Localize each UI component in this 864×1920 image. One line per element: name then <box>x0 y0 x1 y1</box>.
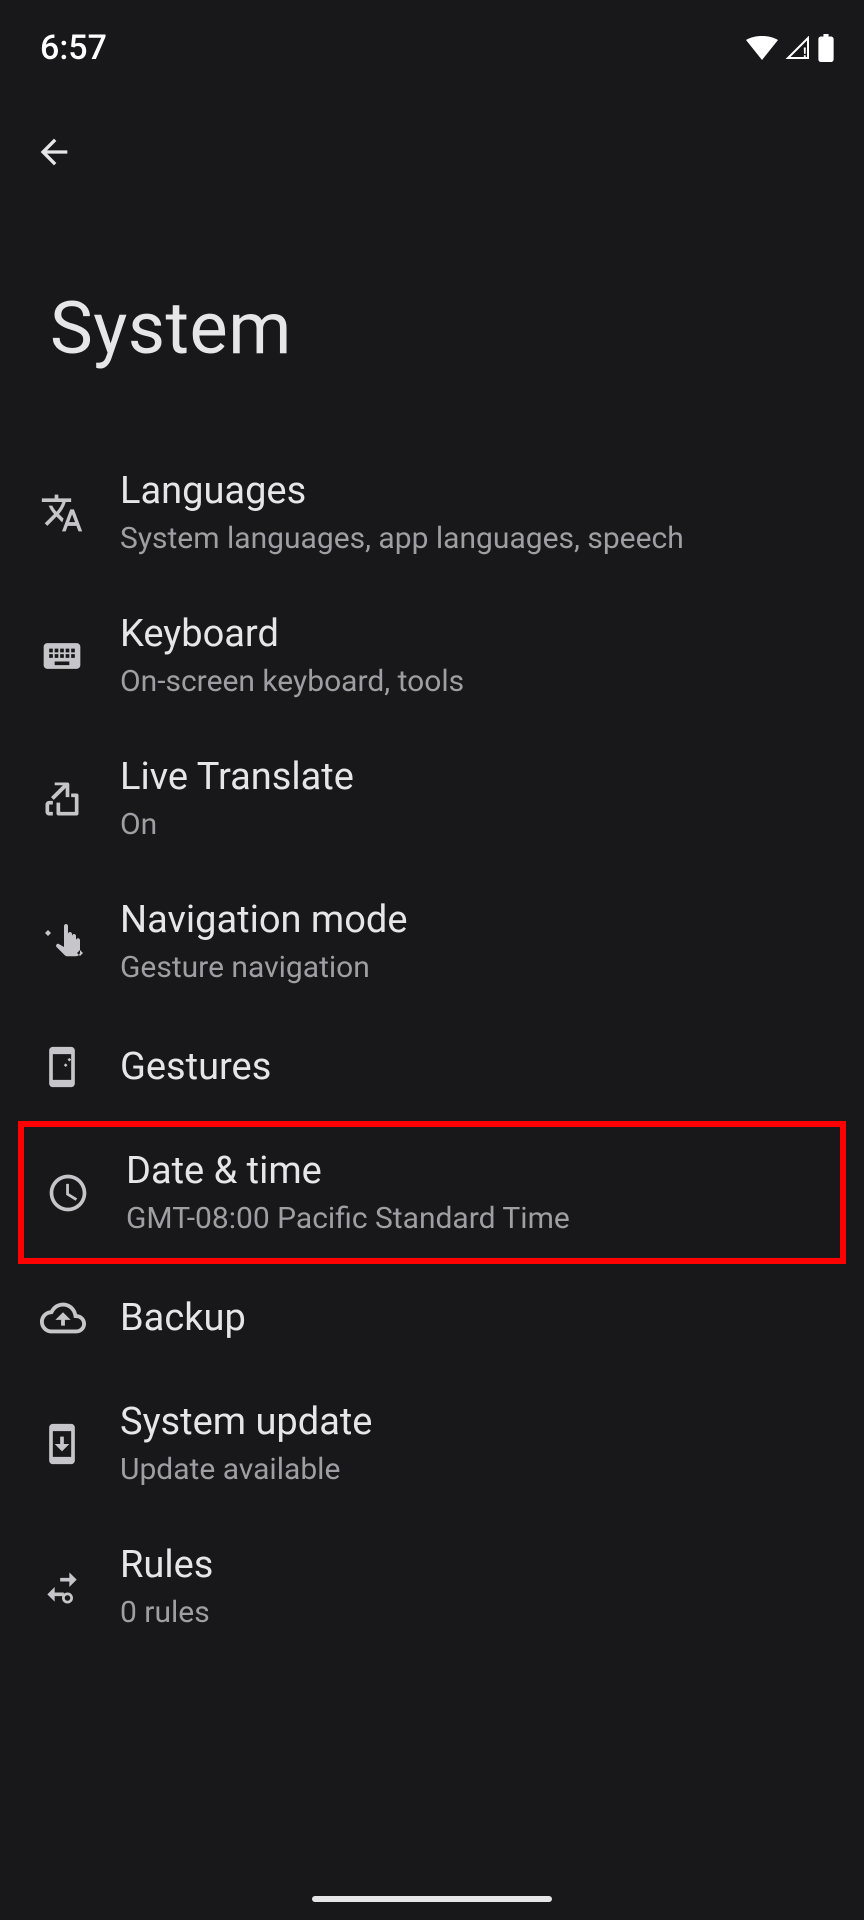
item-title: Gestures <box>120 1045 834 1089</box>
cloud-upload-icon <box>40 1295 120 1341</box>
item-title: Date & time <box>126 1149 828 1193</box>
back-button[interactable] <box>30 128 78 176</box>
highlight-annotation: Date & time GMT-08:00 Pacific Standard T… <box>18 1121 846 1264</box>
list-item-backup[interactable]: Backup <box>0 1264 864 1372</box>
gesture-hand-icon <box>40 918 120 966</box>
wifi-icon <box>746 36 778 60</box>
battery-icon <box>818 34 834 62</box>
settings-list: Languages System languages, app language… <box>0 441 864 1658</box>
status-time: 6:57 <box>40 28 107 68</box>
item-title: Backup <box>120 1296 834 1340</box>
list-item-date-time[interactable]: Date & time GMT-08:00 Pacific Standard T… <box>24 1127 840 1258</box>
home-indicator[interactable] <box>312 1896 552 1902</box>
svg-text:!: ! <box>803 46 807 60</box>
item-subtitle: On-screen keyboard, tools <box>120 664 834 699</box>
item-title: System update <box>120 1400 834 1444</box>
item-title: Live Translate <box>120 755 834 799</box>
list-item-rules[interactable]: Rules 0 rules <box>0 1515 864 1658</box>
item-subtitle: Update available <box>120 1452 834 1487</box>
item-title: Languages <box>120 469 834 513</box>
rules-icon <box>40 1565 120 1609</box>
page-title: System <box>0 176 864 441</box>
app-bar <box>0 80 864 176</box>
item-subtitle: 0 rules <box>120 1595 834 1630</box>
signal-icon: ! <box>784 36 812 60</box>
item-subtitle: GMT-08:00 Pacific Standard Time <box>126 1201 828 1236</box>
item-subtitle: System languages, app languages, speech <box>120 521 834 556</box>
translate-icon <box>40 491 120 535</box>
clock-icon <box>46 1171 126 1215</box>
system-update-icon <box>40 1422 120 1466</box>
item-title: Keyboard <box>120 612 834 656</box>
list-item-keyboard[interactable]: Keyboard On-screen keyboard, tools <box>0 584 864 727</box>
gestures-phone-icon <box>40 1045 120 1089</box>
list-item-languages[interactable]: Languages System languages, app language… <box>0 441 864 584</box>
list-item-system-update[interactable]: System update Update available <box>0 1372 864 1515</box>
item-title: Navigation mode <box>120 898 834 942</box>
item-title: Rules <box>120 1543 834 1587</box>
item-subtitle: On <box>120 807 834 842</box>
arrow-back-icon <box>34 132 74 172</box>
live-translate-icon <box>40 777 120 821</box>
status-bar: 6:57 ! <box>0 0 864 80</box>
list-item-live-translate[interactable]: Live Translate On <box>0 727 864 870</box>
list-item-gestures[interactable]: Gestures <box>0 1013 864 1121</box>
list-item-navigation-mode[interactable]: Navigation mode Gesture navigation <box>0 870 864 1013</box>
item-subtitle: Gesture navigation <box>120 950 834 985</box>
keyboard-icon <box>40 634 120 678</box>
status-icons: ! <box>746 34 834 62</box>
